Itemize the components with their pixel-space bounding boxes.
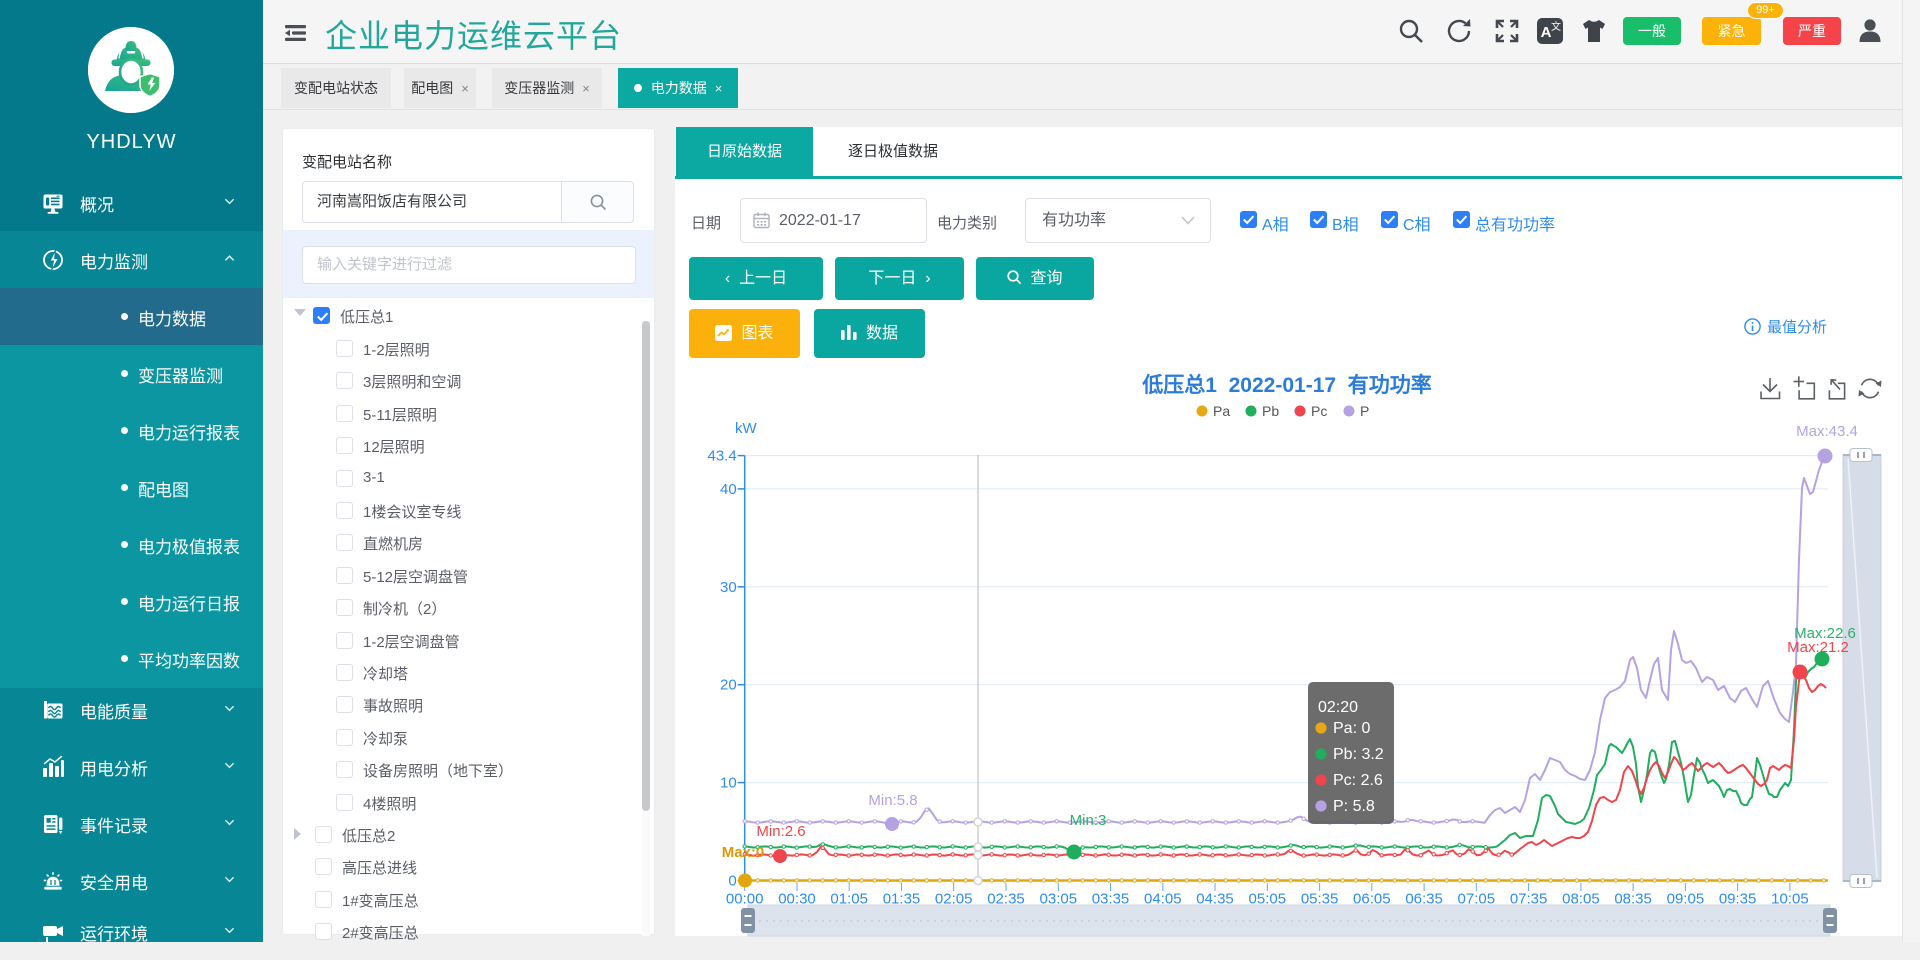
svg-text:Min:2.6: Min:2.6 <box>756 823 805 840</box>
svg-text:Pa: Pa <box>1213 403 1230 419</box>
svg-text:kW: kW <box>735 420 758 437</box>
svg-text:Pb: Pb <box>1262 403 1279 419</box>
svg-text:Pb: 3.2: Pb: 3.2 <box>1333 746 1384 763</box>
svg-text:20: 20 <box>720 677 737 694</box>
svg-text:40: 40 <box>720 481 737 498</box>
svg-text:文: 文 <box>1551 20 1561 33</box>
svg-text:Pc: 2.6: Pc: 2.6 <box>1333 772 1383 789</box>
svg-text:Min:3: Min:3 <box>1070 812 1107 829</box>
svg-text:A: A <box>1541 24 1552 41</box>
svg-text:0: 0 <box>728 873 736 890</box>
svg-text:02:20: 02:20 <box>1318 699 1358 716</box>
svg-text:Pc: Pc <box>1311 403 1327 419</box>
svg-text:低压总1 2022-01-17 有功功率: 低压总1 2022-01-17 有功功率 <box>1141 373 1431 397</box>
svg-text:Min:5.8: Min:5.8 <box>868 792 917 809</box>
svg-text:P: 5.8: P: 5.8 <box>1333 798 1375 815</box>
svg-text:P: P <box>1360 403 1369 419</box>
svg-text:30: 30 <box>720 579 737 596</box>
svg-text:Max:43.4: Max:43.4 <box>1796 423 1858 440</box>
svg-text:Pa: 0: Pa: 0 <box>1333 720 1370 737</box>
svg-text:43.4: 43.4 <box>707 448 736 465</box>
svg-text:Max:0: Max:0 <box>722 844 765 861</box>
svg-text:Max:22.6: Max:22.6 <box>1794 625 1856 642</box>
svg-text:10: 10 <box>720 775 737 792</box>
